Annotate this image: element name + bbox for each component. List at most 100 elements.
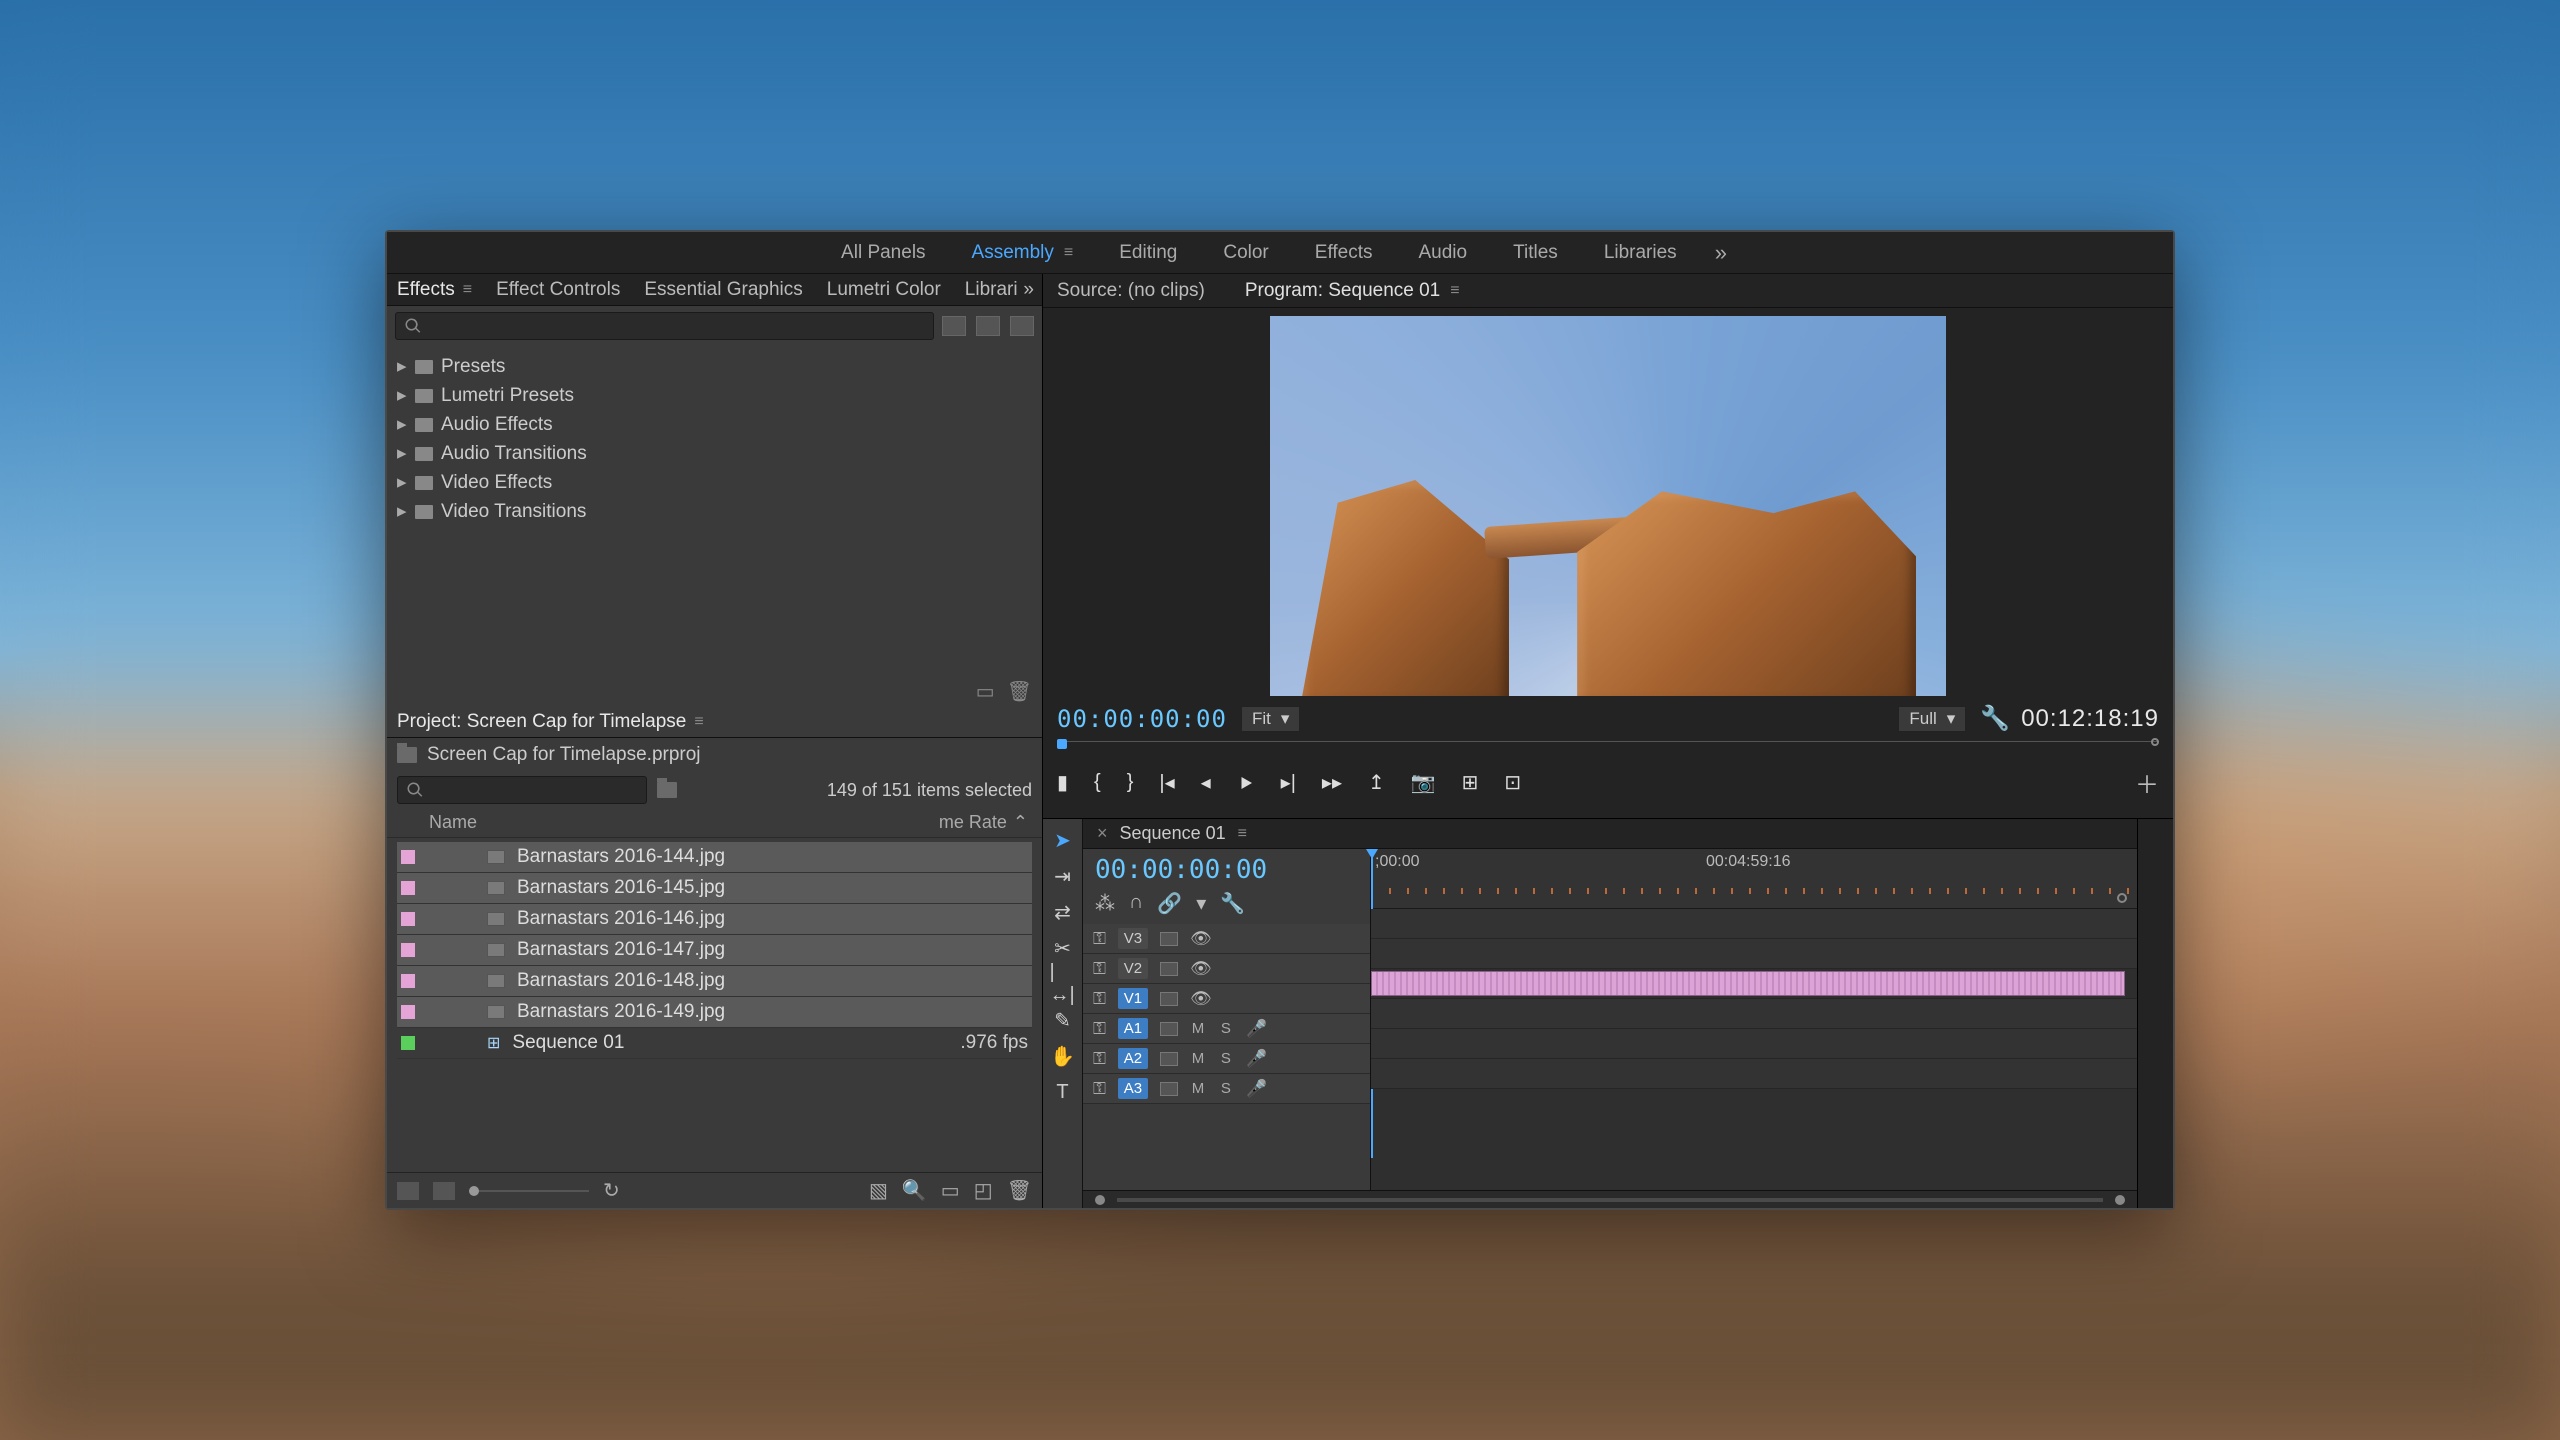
magnet-icon[interactable]: ∩ — [1129, 891, 1143, 916]
video-clip[interactable] — [1371, 971, 2125, 996]
slip-tool-icon[interactable]: |↔| — [1050, 973, 1076, 995]
filter-yuv-icon[interactable] — [942, 316, 966, 336]
list-item[interactable]: Barnastars 2016-147.jpg — [397, 935, 1032, 966]
tab-effects[interactable]: Effects ≡ — [397, 279, 472, 301]
track-header-v2[interactable]: ⚿V2👁 — [1083, 954, 1370, 984]
zoom-fit-select[interactable]: Fit▾ — [1241, 706, 1300, 732]
new-bin-icon[interactable]: ▭ — [976, 679, 995, 704]
track-tag[interactable]: A1 — [1118, 1018, 1148, 1039]
mark-out-icon[interactable]: } — [1127, 771, 1134, 794]
list-item[interactable]: Barnastars 2016-146.jpg — [397, 904, 1032, 935]
zoom-track[interactable] — [1117, 1198, 2103, 1202]
find-icon[interactable]: 🔍 — [902, 1178, 927, 1203]
mute-letter[interactable]: M — [1190, 1080, 1206, 1097]
tree-audio-transitions[interactable]: ▸Audio Transitions — [397, 439, 1032, 468]
program-tab[interactable]: Program: Sequence 01 ≡ — [1245, 280, 1460, 302]
source-tab[interactable]: Source: (no clips) — [1057, 280, 1205, 302]
track-header-a1[interactable]: ⚿A1MS🎤 — [1083, 1014, 1370, 1044]
new-bin-icon[interactable]: ▭ — [941, 1178, 960, 1203]
close-sequence-icon[interactable]: × — [1097, 823, 1108, 844]
sync-lock-icon[interactable] — [1160, 1052, 1178, 1066]
bin-filter-icon[interactable] — [657, 782, 677, 798]
list-item[interactable]: Barnastars 2016-144.jpg — [397, 842, 1032, 873]
workspace-menu-icon[interactable]: ≡ — [1064, 244, 1073, 262]
list-item[interactable]: Barnastars 2016-148.jpg — [397, 966, 1032, 997]
workspace-all-panels[interactable]: All Panels — [833, 238, 934, 268]
mic-icon[interactable]: 🎤 — [1246, 1079, 1267, 1099]
button-editor-icon[interactable]: ＋ — [2135, 765, 2159, 800]
eye-icon[interactable]: 👁 — [1190, 959, 1212, 979]
thumbnail-size-slider[interactable] — [469, 1190, 589, 1192]
track-lane-a1[interactable] — [1371, 999, 2137, 1029]
panel-menu-icon[interactable]: ≡ — [1450, 282, 1459, 300]
panel-menu-icon[interactable]: ≡ — [463, 281, 472, 299]
marker-opt-icon[interactable]: ▾ — [1196, 891, 1206, 916]
play-button[interactable] — [1237, 774, 1255, 792]
list-item[interactable]: Barnastars 2016-145.jpg — [397, 873, 1032, 904]
sync-lock-icon[interactable] — [1160, 962, 1178, 976]
mic-icon[interactable]: 🎤 — [1246, 1049, 1267, 1069]
workspace-audio[interactable]: Audio — [1411, 238, 1476, 268]
solo-letter[interactable]: S — [1218, 1050, 1234, 1067]
solo-letter[interactable]: S — [1218, 1020, 1234, 1037]
list-item[interactable]: Barnastars 2016-149.jpg — [397, 997, 1032, 1028]
list-item-sequence[interactable]: ⊞Sequence 01.976 fps — [397, 1028, 1032, 1059]
ripple-edit-tool-icon[interactable]: ⇄ — [1050, 901, 1076, 923]
solo-letter[interactable]: S — [1218, 1080, 1234, 1097]
effects-search-input[interactable] — [395, 312, 934, 340]
icon-view-icon[interactable] — [433, 1182, 455, 1200]
timeline-sequence-name[interactable]: Sequence 01 — [1120, 823, 1226, 844]
track-header-v3[interactable]: ⚿ V3 👁 — [1083, 924, 1370, 954]
step-back-icon[interactable]: ◂ — [1201, 770, 1211, 795]
go-to-out-icon[interactable]: ▸▸ — [1322, 770, 1342, 795]
track-lane-a3[interactable] — [1371, 1059, 2137, 1089]
tree-video-transitions[interactable]: ▸Video Transitions — [397, 497, 1032, 526]
track-lane-a2[interactable] — [1371, 1029, 2137, 1059]
timeline-tracks-area[interactable]: ;00:00 00:04:59:16 — [1371, 849, 2137, 1190]
tab-overflow-icon[interactable]: » — [1023, 279, 1034, 301]
panel-menu-icon[interactable]: ≡ — [694, 713, 703, 731]
tab-project[interactable]: Project: Screen Cap for Timelapse ≡ — [397, 711, 704, 733]
mute-letter[interactable]: M — [1190, 1050, 1206, 1067]
lift-icon[interactable]: ↥ — [1368, 770, 1385, 795]
list-view-icon[interactable] — [397, 1182, 419, 1200]
track-lane-v2[interactable] — [1371, 939, 2137, 969]
track-tag[interactable]: A3 — [1118, 1078, 1148, 1099]
track-tag[interactable]: V1 — [1118, 988, 1148, 1009]
track-tag[interactable]: V2 — [1118, 958, 1148, 979]
mic-icon[interactable]: 🎤 — [1246, 1019, 1267, 1039]
tab-lumetri-color[interactable]: Lumetri Color — [827, 279, 941, 301]
tree-lumetri-presets[interactable]: ▸Lumetri Presets — [397, 381, 1032, 410]
resolution-select[interactable]: Full▾ — [1898, 706, 1966, 732]
type-tool-icon[interactable]: T — [1050, 1081, 1076, 1103]
panel-menu-icon[interactable]: ≡ — [1238, 825, 1247, 843]
step-forward-icon[interactable]: ▸| — [1281, 770, 1296, 795]
linked-selection-icon[interactable]: 🔗 — [1157, 891, 1182, 916]
go-to-in-icon[interactable]: |◂ — [1159, 770, 1174, 795]
tree-video-effects[interactable]: ▸Video Effects — [397, 468, 1032, 497]
add-marker-icon[interactable]: { — [1094, 771, 1101, 794]
timeline-playhead-timecode[interactable]: 00:00:00:00 — [1083, 849, 1370, 887]
track-lane-v3[interactable] — [1371, 909, 2137, 939]
lock-icon[interactable]: ⚿ — [1093, 929, 1106, 949]
col-name[interactable]: Name — [401, 812, 908, 833]
track-header-v1[interactable]: ⚿V1👁 — [1083, 984, 1370, 1014]
tree-audio-effects[interactable]: ▸Audio Effects — [397, 410, 1032, 439]
workspace-effects[interactable]: Effects — [1307, 238, 1381, 268]
track-header-a2[interactable]: ⚿A2MS🎤 — [1083, 1044, 1370, 1074]
pen-tool-icon[interactable]: ✎ — [1050, 1009, 1076, 1031]
settings-wrench-icon[interactable]: 🔧 — [1220, 891, 1245, 916]
track-tag[interactable]: V3 — [1118, 928, 1148, 949]
timeline-zoom-scroll[interactable] — [1083, 1190, 2137, 1208]
tab-essential-graphics[interactable]: Essential Graphics — [644, 279, 802, 301]
insert-icon[interactable]: ⊞ — [1462, 770, 1479, 795]
track-header-a3[interactable]: ⚿A3MS🎤 — [1083, 1074, 1370, 1104]
trash-icon[interactable]: 🗑 — [1007, 1178, 1032, 1203]
track-tag[interactable]: A2 — [1118, 1048, 1148, 1069]
trash-icon[interactable]: 🗑 — [1007, 679, 1032, 704]
track-lane-v1[interactable] — [1371, 969, 2137, 999]
zoom-handle-right[interactable] — [2115, 1195, 2125, 1205]
eye-icon[interactable]: 👁 — [1190, 929, 1212, 949]
tracks-lanes[interactable] — [1371, 909, 2137, 1190]
mute-letter[interactable]: M — [1190, 1020, 1206, 1037]
